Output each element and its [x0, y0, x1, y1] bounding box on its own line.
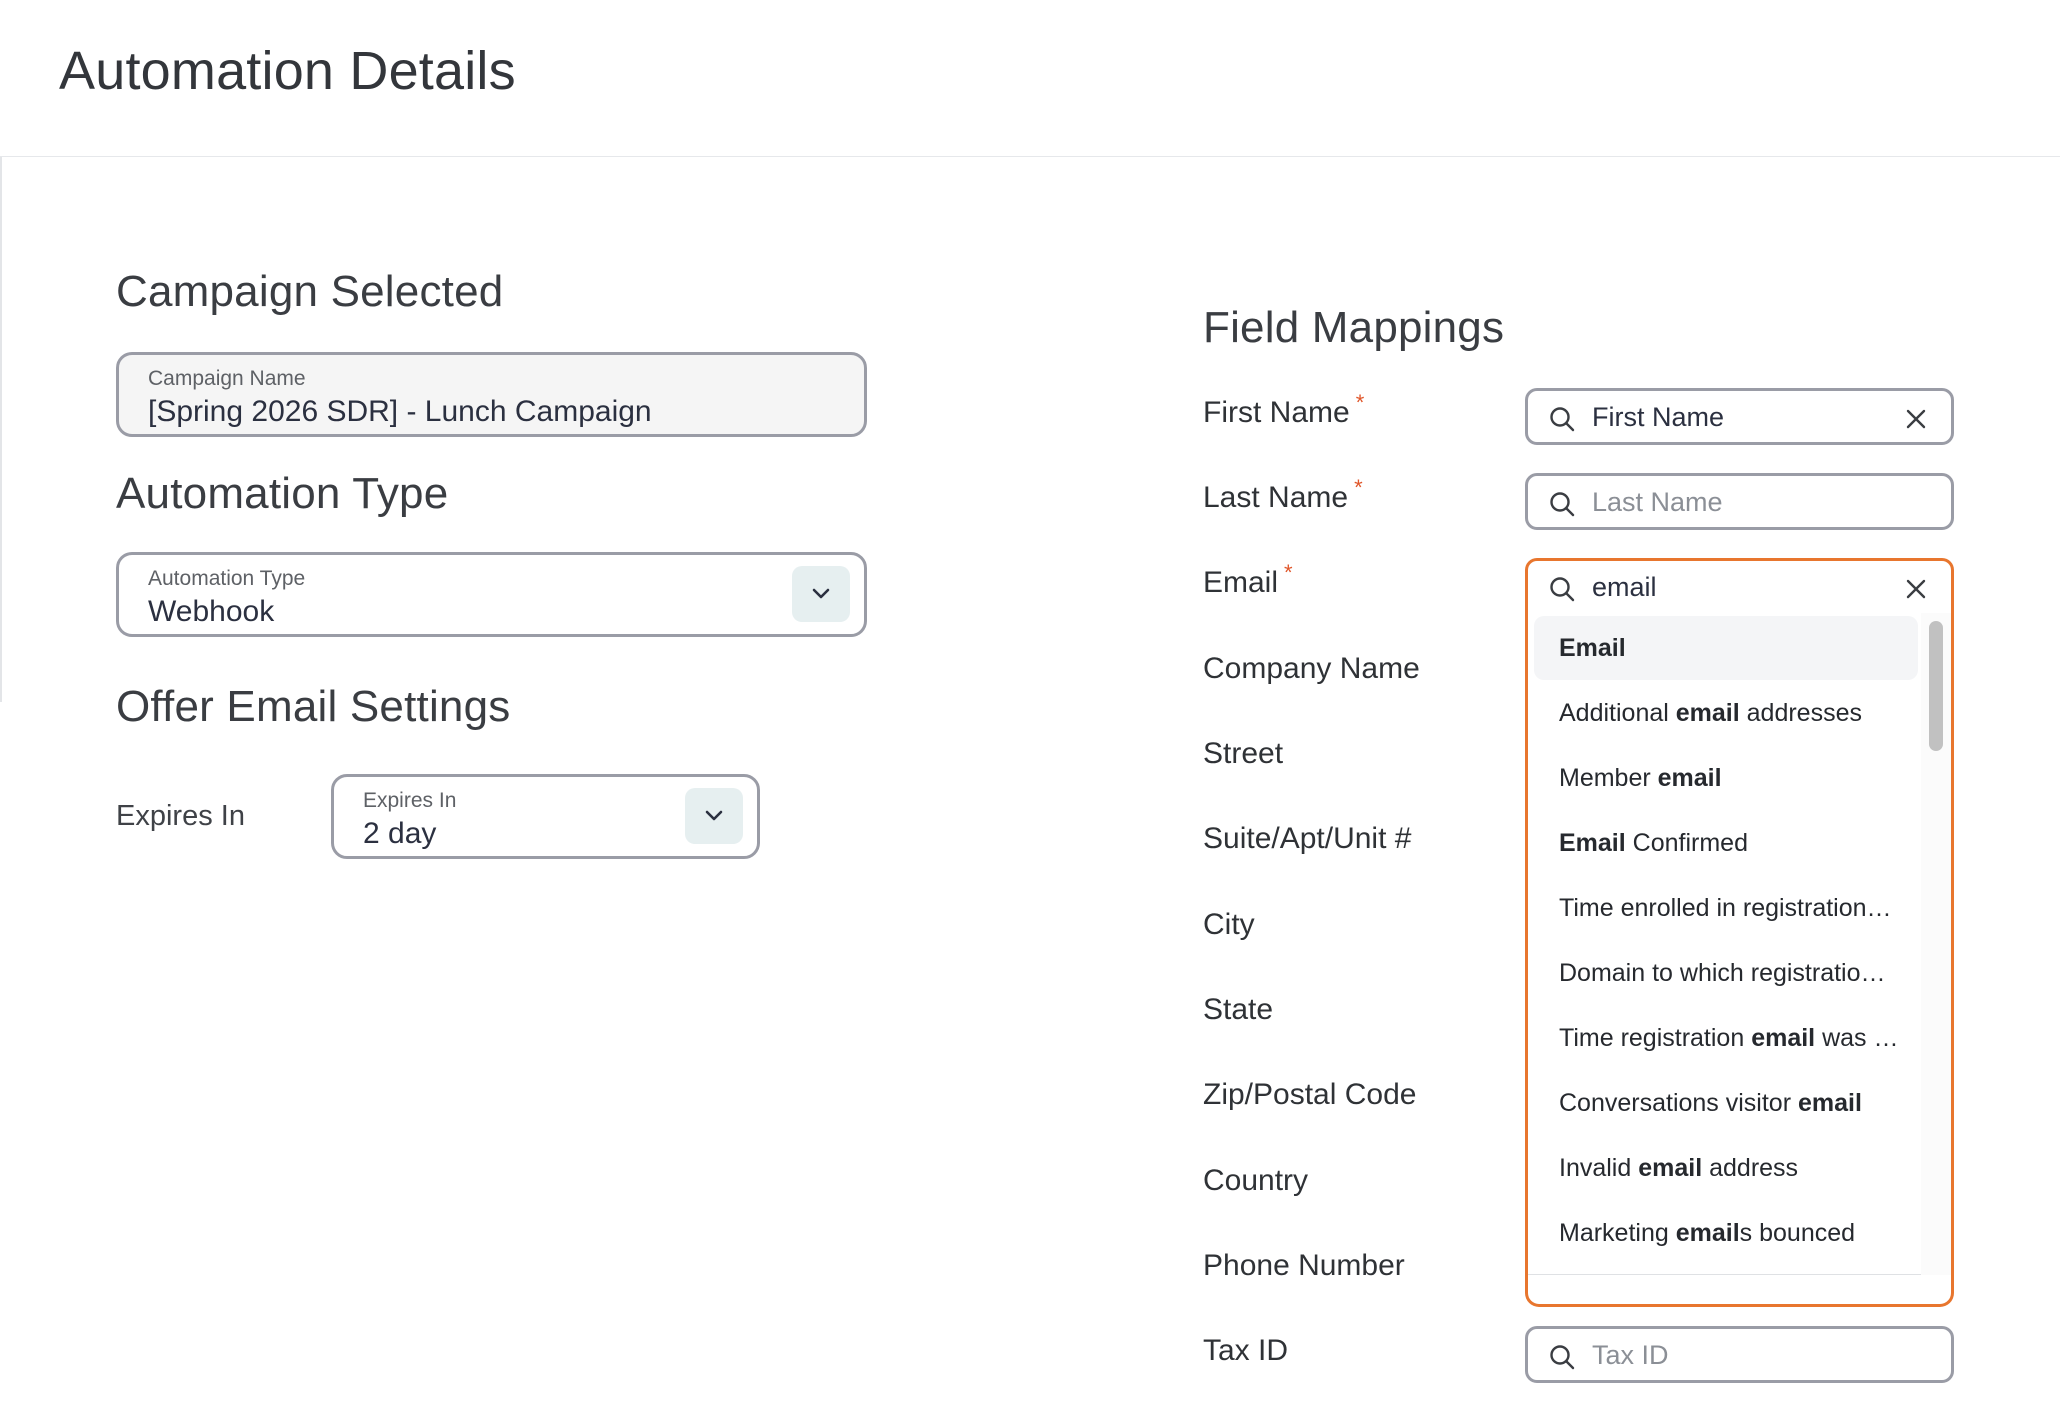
mapping-label-email: Email * [1203, 560, 1293, 599]
email-options-list: Email Additional email addresses Member … [1528, 613, 1924, 1275]
required-asterisk: * [1355, 390, 1365, 415]
campaign-section-title: Campaign Selected [116, 267, 504, 316]
last-name-mapping-placeholder: Last Name [1592, 487, 1723, 517]
expires-in-value: 2 day [363, 817, 437, 850]
automation-type-select[interactable]: Automation Type Webhook [116, 552, 867, 637]
dropdown-scrollbar[interactable] [1921, 613, 1951, 1275]
mapping-label-zip: Zip/Postal Code [1203, 1078, 1417, 1111]
email-mapping-input[interactable]: email [1525, 558, 1954, 615]
required-asterisk: * [1354, 475, 1363, 500]
mapping-label-tax-id: Tax ID [1203, 1334, 1289, 1367]
mapping-label-city: City [1203, 908, 1255, 941]
page-title: Automation Details [59, 41, 516, 101]
last-name-mapping-input[interactable]: Last Name [1525, 473, 1954, 530]
automation-type-dropdown-button[interactable] [792, 566, 850, 622]
close-icon[interactable] [1905, 578, 1927, 600]
dropdown-option[interactable]: Time enrolled in registration… [1528, 876, 1920, 940]
search-icon [1550, 577, 1575, 602]
close-icon[interactable] [1905, 408, 1927, 430]
search-icon [1550, 1345, 1575, 1370]
mapping-label-country: Country [1203, 1164, 1309, 1197]
campaign-name-label: Campaign Name [148, 367, 306, 390]
dropdown-option[interactable]: Conversations visitor email [1528, 1071, 1920, 1135]
tax-id-mapping-input[interactable]: Tax ID [1525, 1326, 1954, 1383]
email-options-dropdown: Email Additional email addresses Member … [1525, 613, 1954, 1307]
search-icon [1550, 407, 1575, 432]
chevron-down-icon [812, 588, 830, 599]
campaign-name-value: [Spring 2026 SDR] - Lunch Campaign [148, 395, 652, 428]
mapping-label-last-name: Last Name * [1203, 475, 1363, 514]
mapping-label-phone: Phone Number [1203, 1249, 1405, 1282]
first-name-mapping-value: First Name [1592, 402, 1725, 432]
dropdown-option[interactable]: Domain to which registratio… [1528, 941, 1920, 1005]
mapping-label-company-name: Company Name [1203, 652, 1420, 685]
chevron-down-icon [705, 810, 723, 821]
dropdown-option[interactable]: Marketing emails bounced [1528, 1201, 1920, 1265]
mapping-label-suite: Suite/Apt/Unit # [1203, 822, 1412, 855]
expires-in-label: Expires In [116, 800, 245, 832]
expires-in-field-label: Expires In [363, 789, 457, 812]
automation-type-section-title: Automation Type [116, 469, 449, 518]
automation-type-value: Webhook [148, 595, 275, 628]
expires-in-dropdown-button[interactable] [685, 788, 743, 844]
left-divider [0, 157, 2, 702]
dropdown-option[interactable]: Additional email addresses [1528, 681, 1920, 745]
field-mappings-section-title: Field Mappings [1203, 303, 1505, 352]
dropdown-option[interactable]: Time registration email was … [1528, 1006, 1920, 1070]
page-header: Automation Details [0, 0, 2060, 157]
dropdown-option[interactable]: Member email [1528, 746, 1920, 810]
first-name-mapping-input[interactable]: First Name [1525, 388, 1954, 445]
scrollbar-thumb[interactable] [1929, 621, 1943, 751]
campaign-name-field: Campaign Name [Spring 2026 SDR] - Lunch … [116, 352, 867, 437]
email-mapping-value: email [1592, 572, 1657, 602]
search-icon [1550, 492, 1575, 517]
mapping-label-state: State [1203, 993, 1274, 1026]
dropdown-option[interactable]: Invalid email address [1528, 1136, 1920, 1200]
expires-in-select[interactable]: Expires In 2 day [331, 774, 760, 859]
required-asterisk: * [1284, 560, 1293, 585]
offer-email-section-title: Offer Email Settings [116, 682, 511, 731]
tax-id-mapping-placeholder: Tax ID [1592, 1340, 1669, 1370]
dropdown-option[interactable]: Email [1534, 616, 1918, 680]
mapping-label-first-name: First Name * [1203, 390, 1365, 429]
automation-type-label: Automation Type [148, 567, 306, 590]
mapping-label-street: Street [1203, 737, 1284, 770]
dropdown-option[interactable]: Email Confirmed [1528, 811, 1920, 875]
